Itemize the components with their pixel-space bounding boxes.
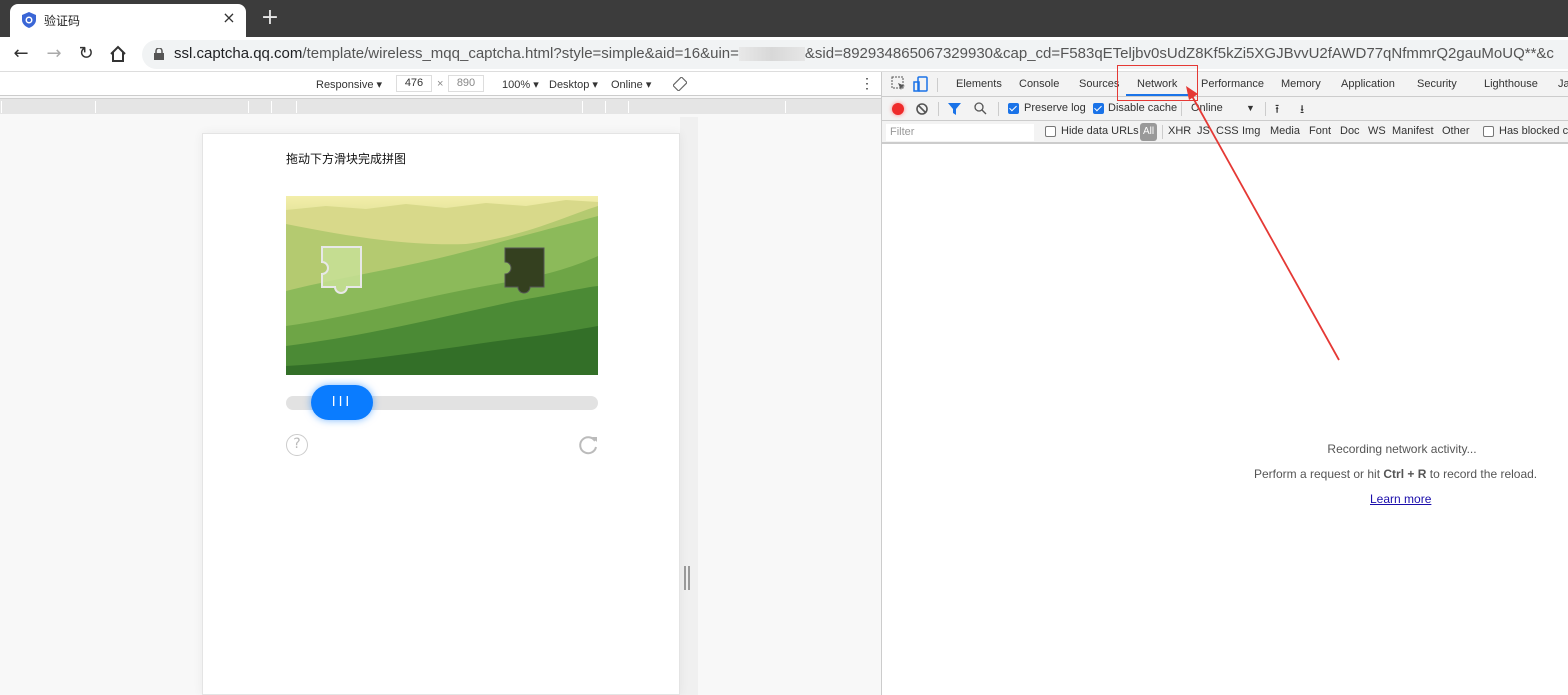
url-text: ssl.captcha.qq.com/template/wireless_mqq…	[174, 45, 1554, 62]
slider-thumb[interactable]: III	[311, 385, 373, 420]
device-select[interactable]: Responsive ▾	[316, 78, 382, 91]
disable-cache-checkbox[interactable]	[1093, 103, 1104, 114]
tab-javascript-profiler[interactable]: Ja	[1558, 78, 1568, 90]
type-filter-manifest[interactable]: Manifest	[1392, 125, 1434, 137]
clear-icon[interactable]	[916, 103, 928, 115]
new-tab-button[interactable]: +	[259, 5, 281, 31]
reload-icon[interactable]: ↻	[74, 42, 98, 66]
help-icon[interactable]: ?	[286, 434, 308, 456]
has-blocked-cookies-checkbox[interactable]	[1483, 126, 1494, 137]
media-query-ruler[interactable]	[0, 98, 881, 114]
hide-data-urls-checkbox[interactable]	[1045, 126, 1056, 137]
preserve-log-label: Preserve log	[1024, 102, 1086, 114]
browser-toolbar: ← → ↻ ssl.captcha.qq.com/template/wirele…	[0, 37, 1568, 72]
disable-cache-label: Disable cache	[1108, 102, 1178, 114]
hide-data-urls-label: Hide data URLs	[1061, 125, 1139, 137]
forward-icon[interactable]: →	[42, 42, 66, 66]
type-filter-css[interactable]: CSS	[1216, 125, 1239, 137]
throttle-chevron-icon[interactable]: ▼	[1246, 103, 1255, 113]
tab-elements[interactable]: Elements	[956, 78, 1002, 90]
tab-lighthouse[interactable]: Lighthouse	[1484, 78, 1538, 90]
height-input[interactable]: 890	[448, 75, 484, 92]
has-blocked-cookies-label: Has blocked co	[1499, 125, 1568, 137]
captcha-page: 拖动下方滑块完成拼图 III ?	[202, 133, 680, 695]
preserve-log-checkbox[interactable]	[1008, 103, 1019, 114]
type-filter-font[interactable]: Font	[1309, 125, 1331, 137]
tab-security[interactable]: Security	[1417, 78, 1457, 90]
import-har-icon[interactable]: ⭱	[1275, 100, 1279, 121]
back-icon[interactable]: ←	[9, 42, 33, 66]
devtools-tab-bar: Elements Console Sources Network Perform…	[882, 72, 1568, 97]
type-filter-all[interactable]: All	[1140, 123, 1157, 141]
ua-select[interactable]: Desktop ▾	[549, 78, 598, 91]
device-toggle-icon[interactable]	[913, 76, 929, 92]
viewport-resize-handle[interactable]	[684, 566, 690, 590]
type-filter-ws[interactable]: WS	[1368, 125, 1386, 137]
tab-close-icon[interactable]: ×	[220, 9, 238, 27]
browser-tab[interactable]: 验证码 ×	[10, 4, 246, 37]
filter-input[interactable]: Filter	[886, 124, 1034, 141]
tab-strip: 验证码 × +	[0, 0, 1568, 37]
type-filter-other[interactable]: Other	[1442, 125, 1470, 137]
throttle-select[interactable]: Online ▾	[611, 78, 651, 91]
network-toolbar: Preserve log Disable cache Online ▼ ⭱ ⭳	[882, 97, 1568, 121]
empty-hint: Perform a request or hit Ctrl + R to rec…	[1254, 467, 1538, 481]
viewport-gutter	[680, 117, 698, 695]
tab-title: 验证码	[44, 14, 81, 28]
rotate-icon[interactable]	[673, 77, 687, 91]
record-button[interactable]	[892, 103, 904, 115]
refresh-icon[interactable]	[577, 434, 599, 456]
network-filter-bar: Filter Hide data URLs All XHR JS CSS Img…	[882, 121, 1568, 144]
devtools-panel: Elements Console Sources Network Perform…	[881, 72, 1568, 695]
times-label: ×	[437, 78, 444, 90]
throttle-dropdown[interactable]: Online	[1191, 102, 1223, 114]
puzzle-slot	[504, 247, 545, 294]
filter-icon[interactable]	[948, 103, 961, 115]
emulated-viewport: Responsive ▾ 476 × 890 100% ▾ Desktop ▾ …	[0, 72, 881, 695]
lock-icon	[154, 48, 164, 60]
type-filter-media[interactable]: Media	[1270, 125, 1300, 137]
empty-title: Recording network activity...	[1327, 442, 1477, 456]
shield-favicon-icon	[22, 12, 36, 28]
tab-performance[interactable]: Performance	[1201, 78, 1264, 90]
type-filter-xhr[interactable]: XHR	[1168, 125, 1191, 137]
more-options-icon[interactable]: ⋮	[860, 75, 874, 92]
width-input[interactable]: 476	[396, 75, 432, 92]
export-har-icon[interactable]: ⭳	[1300, 100, 1304, 121]
captcha-instruction: 拖动下方滑块完成拼图	[286, 152, 407, 166]
type-filter-img[interactable]: Img	[1242, 125, 1260, 137]
device-toolbar: Responsive ▾ 476 × 890 100% ▾ Desktop ▾ …	[0, 72, 881, 96]
annotation-highlight-box	[1117, 65, 1198, 101]
home-icon[interactable]	[106, 42, 130, 66]
zoom-select[interactable]: 100% ▾	[502, 78, 539, 91]
learn-more-link[interactable]: Learn more	[1370, 492, 1431, 506]
tab-sources[interactable]: Sources	[1079, 78, 1119, 90]
captcha-image	[286, 196, 598, 375]
type-filter-doc[interactable]: Doc	[1340, 125, 1360, 137]
tab-application[interactable]: Application	[1341, 78, 1395, 90]
tab-console[interactable]: Console	[1019, 78, 1059, 90]
address-bar[interactable]: ssl.captcha.qq.com/template/wireless_mqq…	[142, 40, 1568, 69]
inspect-element-icon[interactable]	[891, 76, 907, 92]
type-filter-js[interactable]: JS	[1197, 125, 1210, 137]
puzzle-piece[interactable]	[321, 246, 363, 296]
tab-memory[interactable]: Memory	[1281, 78, 1321, 90]
redacted-uin	[738, 47, 805, 62]
search-icon[interactable]	[974, 102, 987, 115]
